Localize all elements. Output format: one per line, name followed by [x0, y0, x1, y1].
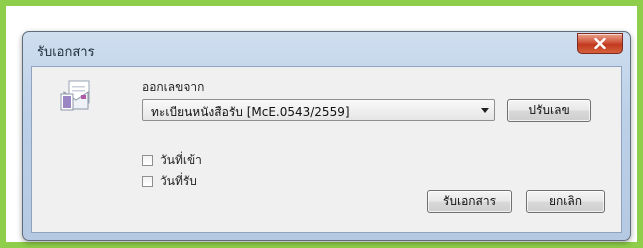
cancel-button[interactable]: ยกเลิก — [526, 190, 605, 213]
checkbox-row-date-in[interactable]: วันที่เข้า — [142, 152, 202, 168]
date-received-checkbox[interactable] — [142, 175, 153, 187]
register-select-value: ทะเบียนหนังสือรับ [McE.0543/2559] — [151, 105, 350, 119]
receive-document-button[interactable]: รับเอกสาร — [427, 190, 512, 213]
screenshot-frame: รับเอกสาร ออกเลขจาก ทะเบียนหนังสือรับ [M… — [0, 0, 643, 248]
title-bar[interactable]: รับเอกสาร — [23, 32, 630, 66]
checkbox-row-date-received[interactable]: วันที่รับ — [142, 173, 197, 189]
receive-document-dialog: รับเอกสาร ออกเลขจาก ทะเบียนหนังสือรับ [M… — [22, 31, 631, 241]
chevron-down-icon — [481, 108, 489, 113]
close-icon — [594, 38, 606, 49]
close-button[interactable] — [577, 33, 623, 54]
dialog-title: รับเอกสาร — [37, 45, 95, 60]
date-in-checkbox[interactable] — [142, 154, 153, 166]
register-select[interactable]: ทะเบียนหนังสือรับ [McE.0543/2559] — [142, 99, 495, 121]
dialog-body: ออกเลขจาก ทะเบียนหนังสือรับ [McE.0543/25… — [31, 66, 622, 233]
document-envelope-icon — [60, 80, 90, 111]
adjust-number-button[interactable]: ปรับเลข — [507, 99, 591, 122]
date-in-label: วันที่เข้า — [160, 152, 202, 167]
issue-from-label: ออกเลขจาก — [142, 80, 205, 94]
date-received-label: วันที่รับ — [160, 173, 197, 188]
